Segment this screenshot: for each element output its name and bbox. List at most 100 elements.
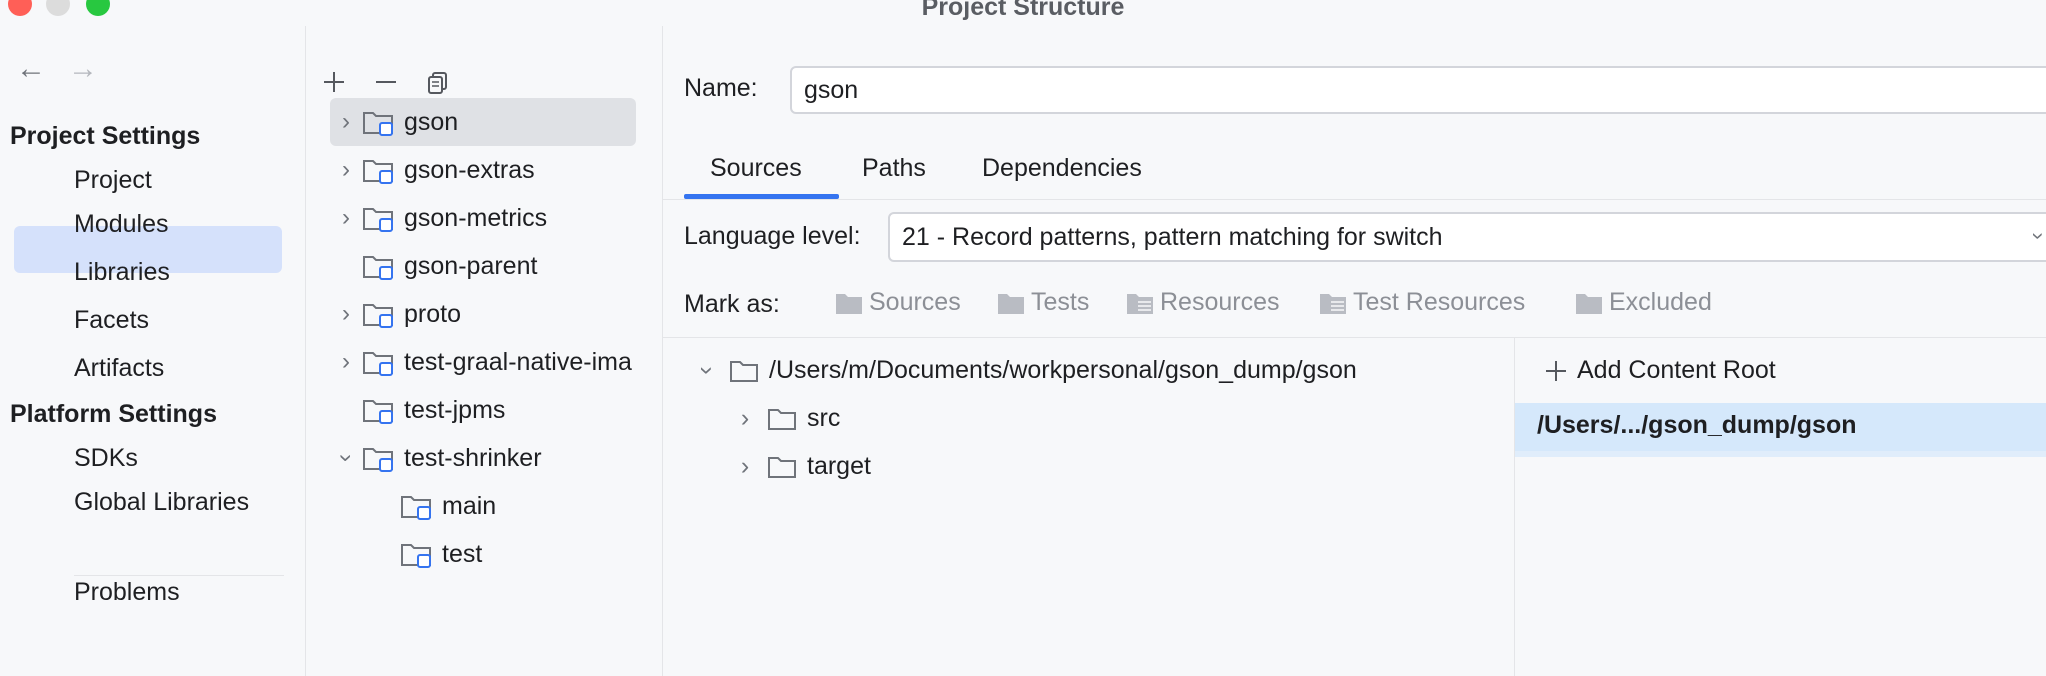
divider <box>663 199 2046 200</box>
mark-option-label: Test Resources <box>1353 288 1526 316</box>
chevron-down-icon[interactable]: › <box>332 442 360 474</box>
module-folder-icon <box>401 544 431 568</box>
chevron-right-icon[interactable]: › <box>330 300 362 328</box>
mark-option-label: Resources <box>1160 288 1280 316</box>
content-root-entry-strip <box>1515 451 2046 457</box>
folder-icon <box>768 456 796 478</box>
chevron-down-icon[interactable]: › <box>693 357 722 385</box>
settings-sidebar: ← → Project Settings Project Modules Lib… <box>0 26 306 676</box>
mark-resources-button[interactable]: Resources <box>1126 288 1280 317</box>
module-folder-icon <box>363 448 393 472</box>
nav-item-problems[interactable]: Problems <box>74 578 180 607</box>
module-label: gson-parent <box>404 251 538 280</box>
nav-item-artifacts[interactable]: Artifacts <box>74 354 164 383</box>
chevron-right-icon[interactable]: › <box>330 204 362 232</box>
nav-item-libraries[interactable]: Libraries <box>74 258 170 287</box>
module-folder-icon <box>401 496 431 520</box>
module-row-main[interactable]: main <box>400 483 496 529</box>
tab-dependencies[interactable]: Dependencies <box>982 154 1142 183</box>
module-row-gson-parent[interactable]: gson-parent <box>362 243 537 289</box>
folder-label: src <box>807 404 841 432</box>
content-root-path: /Users/m/Documents/workpersonal/gson_dum… <box>769 356 1357 384</box>
module-folder-icon <box>363 112 393 136</box>
module-label: test-shrinker <box>404 443 542 472</box>
name-label: Name: <box>684 74 758 102</box>
chevron-right-icon[interactable]: › <box>330 108 362 136</box>
module-detail-panel: Name: gson Sources Paths Dependencies La… <box>663 26 2046 676</box>
module-row-proto[interactable]: › proto <box>330 291 461 337</box>
folder-label: target <box>807 452 871 480</box>
name-input[interactable]: gson <box>790 66 2046 114</box>
window-title: Project Structure <box>921 0 1125 21</box>
module-label: test-jpms <box>404 395 506 424</box>
add-icon[interactable] <box>316 64 352 100</box>
folder-icon <box>768 408 796 430</box>
mark-sources-button[interactable]: Sources <box>835 288 961 317</box>
mark-test-resources-button[interactable]: Test Resources <box>1319 288 1525 317</box>
nav-item-sdks[interactable]: SDKs <box>74 444 138 473</box>
tab-paths[interactable]: Paths <box>862 154 926 183</box>
folder-icon <box>836 293 862 314</box>
folder-icon <box>730 360 758 382</box>
mark-option-label: Excluded <box>1609 288 1712 316</box>
module-label: test-graal-native-ima <box>404 347 632 376</box>
add-content-root-button[interactable]: Add Content Root <box>1543 356 1776 385</box>
module-label: gson-extras <box>404 155 535 184</box>
mark-excluded-button[interactable]: Excluded <box>1575 288 1712 317</box>
folder-icon <box>998 293 1024 314</box>
copy-icon[interactable] <box>420 64 456 100</box>
nav-item-facets[interactable]: Facets <box>74 306 149 335</box>
language-level-label: Language level: <box>684 222 861 250</box>
add-icon <box>1546 360 1566 381</box>
content-root-row[interactable]: › /Users/m/Documents/workpersonal/gson_d… <box>693 356 1357 385</box>
remove-icon[interactable] <box>368 64 404 100</box>
module-folder-icon <box>363 160 393 184</box>
project-settings-heading: Project Settings <box>10 122 201 150</box>
arrow-left-icon[interactable]: ← <box>16 52 46 86</box>
nav-item-global-libraries[interactable]: Global Libraries <box>74 488 249 517</box>
module-folder-icon <box>363 400 393 424</box>
chevron-right-icon[interactable]: › <box>731 404 759 433</box>
chevron-right-icon[interactable]: › <box>330 348 362 376</box>
divider <box>74 575 284 576</box>
splitter[interactable] <box>1514 338 1515 676</box>
modules-panel: › gson › gson-extras › gson-metrics gson… <box>306 26 663 676</box>
language-level-value: 21 - Record patterns, pattern matching f… <box>902 222 1443 251</box>
mark-as-label: Mark as: <box>684 290 780 318</box>
arrow-right-icon[interactable]: → <box>68 52 98 86</box>
divider <box>663 337 2046 338</box>
language-level-select[interactable]: 21 - Record patterns, pattern matching f… <box>888 212 2046 262</box>
content-root-entry[interactable]: /Users/.../gson_dump/gson <box>1537 411 1857 440</box>
chevron-right-icon[interactable]: › <box>731 452 759 481</box>
module-folder-icon <box>363 352 393 376</box>
module-row-gson[interactable]: › gson <box>330 99 458 145</box>
excluded-folder-icon <box>1576 293 1602 314</box>
module-label: gson <box>404 107 459 136</box>
module-folder-icon <box>363 256 393 280</box>
module-folder-icon <box>363 208 393 232</box>
chevron-down-icon: › <box>2026 232 2046 239</box>
folder-row-src[interactable]: › src <box>731 404 841 433</box>
nav-item-project[interactable]: Project <box>74 166 152 195</box>
module-row-gson-extras[interactable]: › gson-extras <box>330 147 535 193</box>
tab-sources[interactable]: Sources <box>710 154 802 183</box>
mark-option-label: Sources <box>869 288 961 316</box>
module-folder-icon <box>363 304 393 328</box>
title-bar: Project Structure <box>0 0 2046 26</box>
mark-tests-button[interactable]: Tests <box>997 288 1089 317</box>
mark-option-label: Tests <box>1031 288 1090 316</box>
test-resources-folder-icon <box>1320 293 1346 314</box>
add-content-root-label: Add Content Root <box>1577 356 1776 384</box>
module-row-gson-metrics[interactable]: › gson-metrics <box>330 195 547 241</box>
module-label: test <box>442 539 483 568</box>
module-label: gson-metrics <box>404 203 548 232</box>
folder-row-target[interactable]: › target <box>731 452 871 481</box>
module-row-test[interactable]: test <box>400 531 482 577</box>
module-label: main <box>442 491 497 520</box>
module-row-test-jpms[interactable]: test-jpms <box>362 387 505 433</box>
nav-item-modules[interactable]: Modules <box>74 210 169 239</box>
module-row-test-shrinker[interactable]: › test-shrinker <box>330 435 542 481</box>
resources-folder-icon <box>1127 293 1153 314</box>
chevron-right-icon[interactable]: › <box>330 156 362 184</box>
module-row-test-graal-native-image[interactable]: › test-graal-native-ima <box>330 339 632 385</box>
